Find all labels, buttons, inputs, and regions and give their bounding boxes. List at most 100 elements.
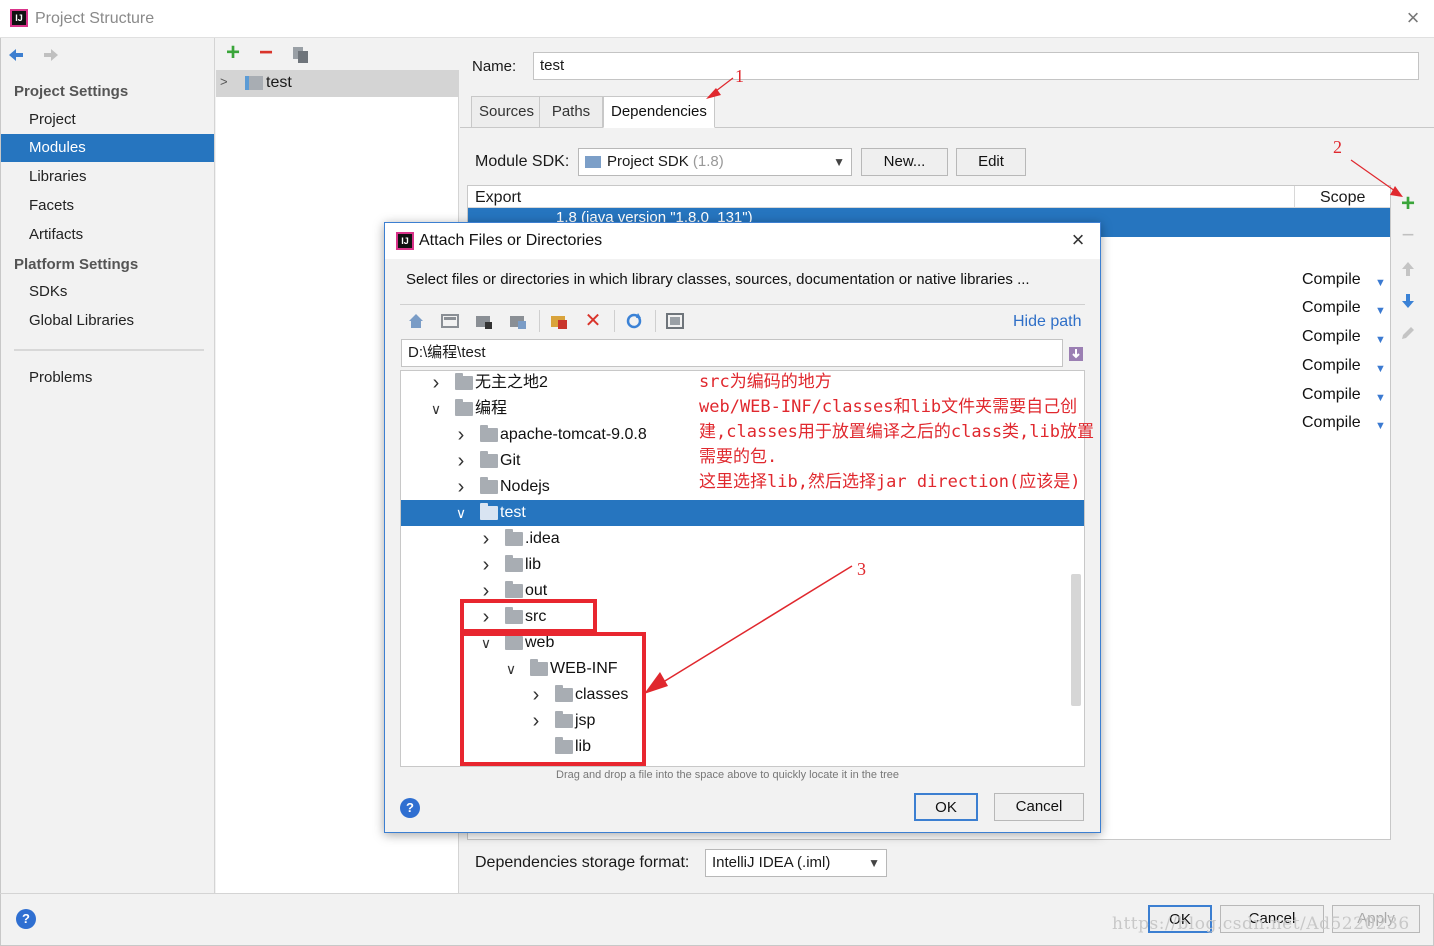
storage-format-value: IntelliJ IDEA (.iml) — [712, 854, 831, 871]
tab-sources[interactable]: Sources — [471, 96, 543, 128]
add-dependency-icon[interactable]: + — [1398, 192, 1418, 216]
toolbar-separator — [539, 310, 540, 332]
dialog-description: Select files or directories in which lib… — [406, 271, 1030, 288]
delete-icon[interactable]: ✕ — [583, 311, 603, 331]
folder-icon — [505, 529, 523, 546]
chevron-right-icon[interactable]: › — [454, 474, 468, 500]
dependencies-toolbar — [1391, 185, 1426, 840]
column-divider — [1294, 186, 1295, 208]
new-sdk-button[interactable]: New... — [861, 148, 948, 176]
show-hidden-icon[interactable] — [665, 311, 685, 331]
folder-icon — [455, 399, 473, 416]
toolbar-separator — [655, 310, 656, 332]
add-module-button[interactable]: + — [222, 41, 244, 65]
annotation-box-src — [460, 599, 597, 633]
nav-item-artifacts[interactable]: Artifacts — [1, 221, 214, 249]
nav-item-sdks[interactable]: SDKs — [1, 278, 214, 306]
intellij-logo-icon: IJ — [10, 9, 28, 27]
annotation-note-line: src为编码的地方 — [699, 372, 832, 392]
chevron-right-icon[interactable]: › — [479, 526, 493, 552]
scope-select-6[interactable]: Compile — [1302, 414, 1361, 432]
storage-format-select[interactable]: IntelliJ IDEA (.iml) ▼ — [705, 849, 887, 877]
nav-item-problems[interactable]: Problems — [1, 364, 214, 392]
tree-node-label: Git — [500, 452, 521, 469]
module-name-input[interactable]: test — [533, 52, 1419, 80]
dialog-cancel-button[interactable]: Cancel — [994, 793, 1084, 821]
copy-icon[interactable] — [291, 45, 311, 65]
folder-icon — [480, 503, 498, 520]
arrow-right-icon[interactable] — [41, 45, 61, 65]
annotation-number-3: 3 — [857, 559, 866, 579]
scope-select-1[interactable]: Compile — [1302, 271, 1361, 289]
home-icon[interactable] — [406, 311, 426, 331]
nav-item-modules[interactable]: Modules — [1, 134, 214, 162]
chevron-down-icon[interactable]: ∨ — [454, 500, 468, 526]
storage-format-label: Dependencies storage format: — [475, 854, 690, 871]
module-toolbar — [216, 38, 459, 70]
path-input[interactable]: D:\编程\test — [401, 339, 1063, 367]
tree-node[interactable]: › .idea — [401, 526, 1084, 552]
sdk-folder-icon — [585, 156, 601, 169]
tree-node[interactable]: ∨ test — [401, 500, 1084, 526]
scope-select-3[interactable]: Compile — [1302, 328, 1361, 346]
dialog-help-icon[interactable]: ? — [400, 798, 420, 818]
refresh-icon[interactable] — [624, 311, 644, 331]
window-close-button[interactable]: × — [1401, 6, 1425, 30]
chevron-down-icon: ▼ — [1375, 420, 1386, 432]
folder-icon — [455, 373, 473, 390]
tab-paths[interactable]: Paths — [539, 96, 603, 128]
folder-icon — [480, 425, 498, 442]
scope-select-5[interactable]: Compile — [1302, 386, 1361, 404]
scope-select-4[interactable]: Compile — [1302, 357, 1361, 375]
folder-icon — [505, 581, 523, 598]
tree-node-label: apache-tomcat-9.0.8 — [500, 426, 647, 443]
name-label: Name: — [472, 58, 517, 75]
col-export-header[interactable]: Export — [475, 189, 521, 207]
module-folder-icon[interactable] — [508, 311, 528, 331]
col-scope-header[interactable]: Scope — [1320, 189, 1365, 207]
nav-item-project[interactable]: Project — [1, 106, 214, 134]
tab-dependencies[interactable]: Dependencies — [603, 96, 715, 128]
move-up-icon[interactable] — [1398, 259, 1418, 279]
new-folder-icon[interactable] — [549, 311, 569, 331]
edit-pencil-icon[interactable] — [1398, 323, 1418, 343]
intellij-logo-icon: IJ — [396, 232, 414, 250]
annotation-note-line: 需要的包. — [699, 447, 778, 467]
path-history-icon[interactable] — [1067, 343, 1085, 363]
dialog-ok-button[interactable]: OK — [914, 793, 978, 821]
tree-node[interactable]: › lib — [401, 552, 1084, 578]
chevron-down-icon: ▼ — [833, 155, 845, 169]
module-sdk-select[interactable]: Project SDK (1.8) ▼ — [578, 148, 852, 176]
chevron-down-icon[interactable]: ∨ — [429, 396, 443, 422]
chevron-down-icon: ▼ — [1375, 363, 1386, 375]
scope-select-2[interactable]: Compile — [1302, 299, 1361, 317]
move-down-icon[interactable] — [1398, 291, 1418, 311]
nav-item-facets[interactable]: Facets — [1, 192, 214, 220]
toolbar-separator — [614, 310, 615, 332]
chevron-right-icon[interactable]: › — [429, 370, 443, 396]
nav-item-libraries[interactable]: Libraries — [1, 163, 214, 191]
annotation-note-line: 建,classes用于放置编译之后的class类,lib放置 — [699, 422, 1094, 442]
desktop-icon[interactable] — [440, 311, 460, 331]
module-expand-chevron-icon[interactable]: > — [220, 74, 228, 89]
chevron-down-icon: ▼ — [1375, 392, 1386, 404]
folder-icon — [505, 555, 523, 572]
tree-scrollbar[interactable] — [1071, 574, 1081, 706]
nav-item-global-libraries[interactable]: Global Libraries — [1, 307, 214, 335]
hide-path-link[interactable]: Hide path — [1013, 313, 1082, 331]
chevron-right-icon[interactable]: › — [454, 448, 468, 474]
project-settings-header: Project Settings — [14, 83, 129, 100]
remove-dependency-icon[interactable]: − — [1398, 224, 1418, 246]
project-folder-icon[interactable] — [474, 311, 494, 331]
module-folder-icon — [245, 76, 263, 90]
nav-divider — [14, 349, 204, 351]
edit-sdk-button[interactable]: Edit — [956, 148, 1026, 176]
chevron-right-icon[interactable]: › — [479, 552, 493, 578]
sdk-version: (1.8) — [692, 153, 724, 170]
help-icon[interactable]: ? — [16, 909, 36, 929]
annotation-note-line: 这里选择lib,然后选择jar direction(应该是) — [699, 472, 1081, 492]
chevron-right-icon[interactable]: › — [454, 422, 468, 448]
arrow-left-icon[interactable] — [6, 45, 26, 65]
dialog-close-button[interactable]: × — [1066, 228, 1090, 252]
remove-module-button[interactable]: − — [255, 41, 277, 65]
